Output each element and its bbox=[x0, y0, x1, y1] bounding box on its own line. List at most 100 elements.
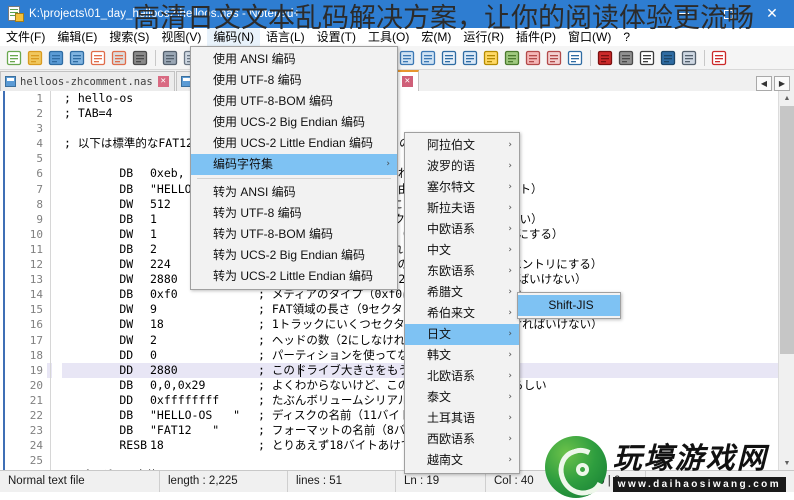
tab-scroll-next-button[interactable]: ▶ bbox=[774, 76, 790, 91]
menu-item-label: 塞尔特文 bbox=[427, 180, 476, 194]
document-map-icon[interactable] bbox=[502, 48, 522, 68]
encoding-menu-item-8[interactable]: 转为 UTF-8 编码 bbox=[191, 203, 397, 224]
charset-menu-item-14[interactable]: 西欧语系 › bbox=[405, 429, 519, 450]
function-list-icon[interactable] bbox=[523, 48, 543, 68]
encoding-menu-item-11[interactable]: 转为 UCS-2 Little Endian 编码 bbox=[191, 266, 397, 287]
japanese-menu-item-0[interactable]: Shift-JIS bbox=[518, 295, 620, 316]
record-macro-icon[interactable] bbox=[595, 48, 615, 68]
menu-item-label: 中文 bbox=[427, 243, 452, 257]
word-wrap-icon[interactable] bbox=[418, 48, 438, 68]
encoding-menu-item-10[interactable]: 转为 UCS-2 Big Endian 编码 bbox=[191, 245, 397, 266]
close-all-icon[interactable] bbox=[109, 48, 129, 68]
text-caret bbox=[300, 363, 301, 377]
watermark-headline: 高清日文文本乱码解决方案，让你的阅读体验更流畅 bbox=[133, 3, 754, 34]
cut-icon[interactable] bbox=[160, 48, 180, 68]
code-operand: "FAT12 " bbox=[150, 423, 220, 438]
bookmark-column[interactable] bbox=[0, 91, 14, 470]
charset-menu-item-7[interactable]: 希腊文 › bbox=[405, 282, 519, 303]
new-file-icon[interactable] bbox=[4, 48, 24, 68]
ui-user-language-icon[interactable] bbox=[481, 48, 501, 68]
open-file-icon[interactable] bbox=[25, 48, 45, 68]
line-number: 7 bbox=[36, 182, 43, 196]
charset-menu-item-10[interactable]: 韩文 › bbox=[405, 345, 519, 366]
show-all-chars-icon[interactable] bbox=[439, 48, 459, 68]
gutter-divider bbox=[50, 91, 51, 470]
charset-menu-item-0[interactable]: 阿拉伯文 › bbox=[405, 135, 519, 156]
charset-menu-item-15[interactable]: 越南文 › bbox=[405, 450, 519, 471]
menu-item-label: 转为 UTF-8-BOM 编码 bbox=[213, 227, 333, 241]
charset-menu-item-13[interactable]: 土耳其语 › bbox=[405, 408, 519, 429]
encoding-menu-item-1[interactable]: 使用 UTF-8 编码 bbox=[191, 70, 397, 91]
menu-edit[interactable]: 编辑(E) bbox=[51, 28, 103, 46]
code-opcode: DB bbox=[64, 407, 134, 422]
menu-item-label: 使用 UCS-2 Little Endian 编码 bbox=[213, 136, 374, 150]
submenu-arrow-icon: › bbox=[508, 371, 512, 381]
encoding-menu-item-2[interactable]: 使用 UTF-8-BOM 编码 bbox=[191, 91, 397, 112]
code-operand: 9 bbox=[150, 302, 157, 317]
charset-menu-item-1[interactable]: 波罗的语 › bbox=[405, 156, 519, 177]
charset-menu-item-11[interactable]: 北欧语系 › bbox=[405, 366, 519, 387]
charset-menu-item-9[interactable]: 日文 › bbox=[405, 324, 519, 345]
encoding-menu-item-7[interactable]: 转为 ANSI 编码 bbox=[191, 182, 397, 203]
code-operand: "HELLO-OS " bbox=[150, 407, 241, 422]
close-file-icon[interactable] bbox=[88, 48, 108, 68]
charset-menu-item-4[interactable]: 中欧语系 › bbox=[405, 219, 519, 240]
save-macro-icon[interactable] bbox=[679, 48, 699, 68]
stop-macro-icon[interactable] bbox=[616, 48, 636, 68]
close-button[interactable]: ✕ bbox=[750, 0, 794, 28]
line-number: 25 bbox=[29, 454, 43, 468]
monitoring-icon[interactable] bbox=[565, 48, 585, 68]
folder-as-workspace-icon[interactable] bbox=[544, 48, 564, 68]
tab-helloos-zhcomment[interactable]: helloos-zhcomment.nas ✕ bbox=[0, 71, 175, 91]
save-icon[interactable] bbox=[46, 48, 66, 68]
tab-label: helloos-zhcomment.nas bbox=[20, 75, 153, 88]
tab-close-icon[interactable]: ✕ bbox=[401, 76, 413, 87]
menu-item-label: 中欧语系 bbox=[427, 222, 476, 236]
japanese-charset-submenu[interactable]: Shift-JIS bbox=[517, 292, 621, 319]
encoding-menu-item-9[interactable]: 转为 UTF-8-BOM 编码 bbox=[191, 224, 397, 245]
menu-file[interactable]: 文件(F) bbox=[0, 28, 51, 46]
code-line[interactable]: ; hello-os bbox=[64, 91, 778, 106]
charset-menu-item-8[interactable]: 希伯来文 › bbox=[405, 303, 519, 324]
scrollbar-thumb[interactable] bbox=[780, 106, 794, 354]
toolbar-separator bbox=[155, 49, 156, 66]
line-number: 6 bbox=[36, 167, 43, 181]
tab-close-icon[interactable]: ✕ bbox=[157, 76, 169, 87]
submenu-arrow-icon: › bbox=[508, 413, 512, 423]
code-opcode: DW bbox=[64, 196, 134, 211]
code-opcode: RESB bbox=[64, 438, 148, 453]
scroll-up-icon[interactable]: ▲ bbox=[780, 91, 794, 105]
charset-menu-item-6[interactable]: 东欧语系 › bbox=[405, 261, 519, 282]
sync-scroll-h-icon[interactable] bbox=[397, 48, 417, 68]
charset-menu-item-5[interactable]: 中文 › bbox=[405, 240, 519, 261]
menu-item-label: 转为 UTF-8 编码 bbox=[213, 206, 302, 220]
menu-item-label: 西欧语系 bbox=[427, 432, 476, 446]
run-macro-multiple-icon[interactable] bbox=[658, 48, 678, 68]
submenu-arrow-icon: › bbox=[508, 392, 512, 402]
encoding-menu-item-4[interactable]: 使用 UCS-2 Little Endian 编码 bbox=[191, 133, 397, 154]
status-length: length : 2,225 bbox=[160, 471, 288, 492]
charset-menu-item-2[interactable]: 塞尔特文 › bbox=[405, 177, 519, 198]
menu-item-label: 北欧语系 bbox=[427, 369, 476, 383]
play-macro-icon[interactable] bbox=[637, 48, 657, 68]
charset-menu-item-3[interactable]: 斯拉夫语 › bbox=[405, 198, 519, 219]
status-lines: lines : 51 bbox=[288, 471, 396, 492]
vertical-scrollbar[interactable]: ▲ ▼ bbox=[778, 91, 794, 470]
code-operand: 2880 bbox=[150, 362, 178, 377]
menu-item-label: 东欧语系 bbox=[427, 264, 476, 278]
print-icon[interactable] bbox=[130, 48, 150, 68]
code-folding-column[interactable] bbox=[52, 91, 62, 470]
tab-scroll-prev-button[interactable]: ◀ bbox=[756, 76, 772, 91]
encoding-menu-item-0[interactable]: 使用 ANSI 编码 bbox=[191, 49, 397, 70]
encoding-menu-item-3[interactable]: 使用 UCS-2 Big Endian 编码 bbox=[191, 112, 397, 133]
code-line[interactable]: ; TAB=4 bbox=[64, 106, 778, 121]
save-all-icon[interactable] bbox=[67, 48, 87, 68]
menu-item-label: 泰文 bbox=[427, 390, 452, 404]
encoding-menu-item-5[interactable]: 编码字符集 › bbox=[191, 154, 397, 175]
charset-menu-item-12[interactable]: 泰文 › bbox=[405, 387, 519, 408]
encoding-dropdown-menu[interactable]: 使用 ANSI 编码 使用 UTF-8 编码 使用 UTF-8-BOM 编码 使用 U… bbox=[190, 46, 398, 290]
menu-item-label: 希腊文 bbox=[427, 285, 464, 299]
indent-guide-icon[interactable] bbox=[460, 48, 480, 68]
spell-check-icon[interactable] bbox=[709, 48, 729, 68]
character-set-submenu[interactable]: 阿拉伯文 › 波罗的语 › 塞尔特文 › 斯拉夫语 › 中欧语系 › 中文 › 东欧语系 › 希腊文 › 希伯来… bbox=[404, 132, 520, 474]
